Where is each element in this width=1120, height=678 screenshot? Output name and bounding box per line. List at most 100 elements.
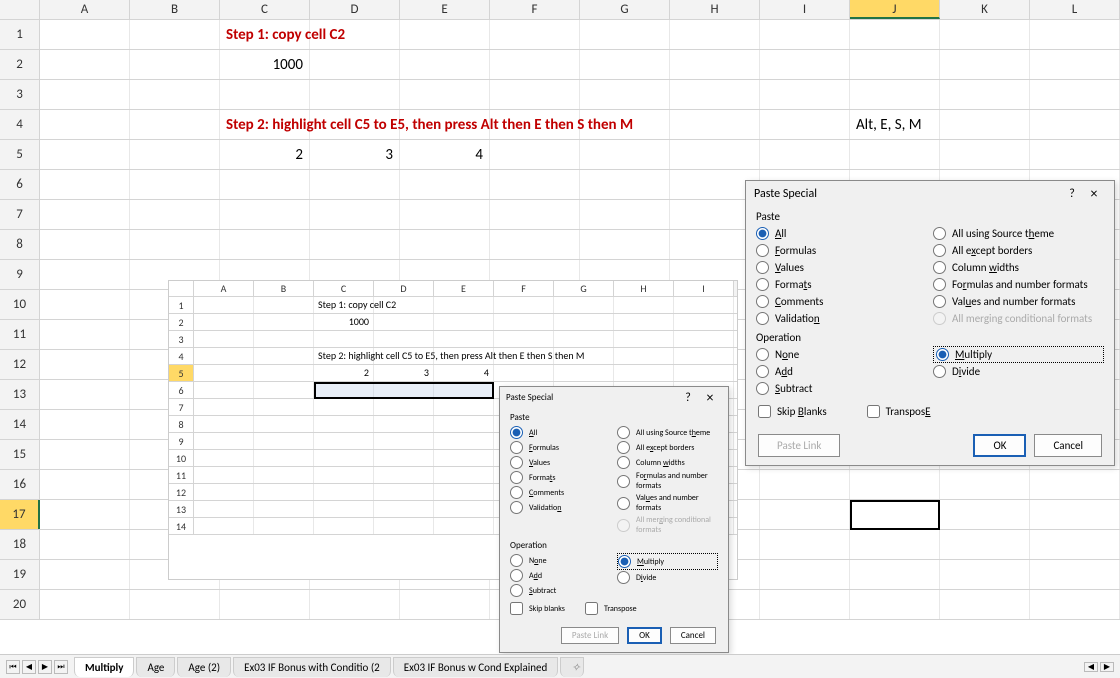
cell-C5[interactable]: 2: [220, 140, 310, 169]
radio-formulas[interactable]: Formulas: [510, 440, 611, 455]
radio-comments[interactable]: Comments: [756, 293, 927, 310]
cell-D8[interactable]: [310, 230, 400, 259]
cell-B1[interactable]: [130, 20, 220, 49]
cell-J19[interactable]: [850, 560, 940, 589]
cell-A5[interactable]: [40, 140, 130, 169]
cell-A2[interactable]: [40, 50, 130, 79]
cell-C20[interactable]: [220, 590, 310, 619]
cell-H5[interactable]: [670, 140, 760, 169]
row-header-12[interactable]: 12: [0, 350, 40, 379]
row-header-5[interactable]: 5: [0, 140, 40, 169]
cell-E6[interactable]: [400, 170, 490, 199]
radio-comments[interactable]: Comments: [510, 485, 611, 500]
row-header-2[interactable]: 2: [0, 50, 40, 79]
cell-F2[interactable]: [490, 50, 580, 79]
cell-B4[interactable]: [130, 110, 220, 139]
cell-H4[interactable]: [670, 110, 760, 139]
radio-none[interactable]: None: [510, 553, 611, 568]
cell-C1[interactable]: Step 1: copy cell C2: [220, 20, 310, 49]
row-header-20[interactable]: 20: [0, 590, 40, 619]
row-header-4[interactable]: 4: [0, 110, 40, 139]
cell-G8[interactable]: [580, 230, 670, 259]
cell-L20[interactable]: [1030, 590, 1120, 619]
cell-J20[interactable]: [850, 590, 940, 619]
cell-L2[interactable]: [1030, 50, 1120, 79]
col-header-L[interactable]: L: [1030, 0, 1120, 19]
radio-add[interactable]: Add: [510, 568, 611, 583]
cell-A8[interactable]: [40, 230, 130, 259]
cell-D2[interactable]: [310, 50, 400, 79]
cell-C2[interactable]: 1000: [220, 50, 310, 79]
radio-borders[interactable]: All except borders: [933, 242, 1104, 259]
cell-G2[interactable]: [580, 50, 670, 79]
cell-B20[interactable]: [130, 590, 220, 619]
cell-L1[interactable]: [1030, 20, 1120, 49]
cell-A11[interactable]: [40, 320, 130, 349]
cell-L3[interactable]: [1030, 80, 1120, 109]
cell-I17[interactable]: [760, 500, 850, 529]
radio-none[interactable]: None: [756, 346, 927, 363]
row-header-11[interactable]: 11: [0, 320, 40, 349]
close-icon[interactable]: ×: [698, 389, 722, 406]
row-header-19[interactable]: 19: [0, 560, 40, 589]
col-header-I[interactable]: I: [760, 0, 850, 19]
cell-A13[interactable]: [40, 380, 130, 409]
cell-J4[interactable]: Alt, E, S, M: [850, 110, 940, 139]
cell-L4[interactable]: [1030, 110, 1120, 139]
cell-E20[interactable]: [400, 590, 490, 619]
cell-C3[interactable]: [220, 80, 310, 109]
nav-prev-icon[interactable]: ◀: [22, 660, 36, 674]
radio-divide[interactable]: Divide: [933, 363, 1104, 380]
transpose-check[interactable]: TransposE: [867, 403, 931, 420]
cell-K1[interactable]: [940, 20, 1030, 49]
nav-first-icon[interactable]: ⏮: [6, 660, 20, 674]
radio-divide[interactable]: Divide: [617, 570, 718, 585]
sheet-tab[interactable]: Ex03 IF Bonus w Cond Explained: [393, 657, 559, 677]
cell-G5[interactable]: [580, 140, 670, 169]
radio-vnf[interactable]: Values and number formats: [933, 293, 1104, 310]
cell-G7[interactable]: [580, 200, 670, 229]
col-header-K[interactable]: K: [940, 0, 1030, 19]
cell-E3[interactable]: [400, 80, 490, 109]
cell-E2[interactable]: [400, 50, 490, 79]
cell-G1[interactable]: [580, 20, 670, 49]
col-header-H[interactable]: H: [670, 0, 760, 19]
cell-E8[interactable]: [400, 230, 490, 259]
cell-A4[interactable]: [40, 110, 130, 139]
cell-K17[interactable]: [940, 500, 1030, 529]
cell-A9[interactable]: [40, 260, 130, 289]
help-icon[interactable]: ?: [678, 391, 698, 405]
cell-I2[interactable]: [760, 50, 850, 79]
cell-G3[interactable]: [580, 80, 670, 109]
cell-H2[interactable]: [670, 50, 760, 79]
hscroll-right-icon[interactable]: ▶: [1100, 662, 1114, 672]
row-header-16[interactable]: 16: [0, 470, 40, 499]
cell-A16[interactable]: [40, 470, 130, 499]
cell-L19[interactable]: [1030, 560, 1120, 589]
radio-theme[interactable]: All using Source theme: [933, 225, 1104, 242]
radio-multiply[interactable]: Multiply: [933, 346, 1104, 363]
cell-I1[interactable]: [760, 20, 850, 49]
radio-theme[interactable]: All using Source theme: [617, 425, 718, 440]
cell-K3[interactable]: [940, 80, 1030, 109]
cell-E5[interactable]: 4: [400, 140, 490, 169]
cell-J17[interactable]: [850, 500, 940, 529]
help-icon[interactable]: ?: [1062, 187, 1082, 201]
cell-I19[interactable]: [760, 560, 850, 589]
radio-values[interactable]: Values: [756, 259, 927, 276]
hscroll-left-icon[interactable]: ◀: [1084, 662, 1098, 672]
cell-B8[interactable]: [130, 230, 220, 259]
cell-C4[interactable]: Step 2: highlight cell C5 to E5, then pr…: [220, 110, 310, 139]
row-header-6[interactable]: 6: [0, 170, 40, 199]
cell-F8[interactable]: [490, 230, 580, 259]
radio-validation[interactable]: Validation: [510, 500, 611, 515]
radio-fnf[interactable]: Formulas and number formats: [617, 470, 718, 492]
cell-A20[interactable]: [40, 590, 130, 619]
radio-subtract[interactable]: Subtract: [756, 380, 927, 397]
row-header-18[interactable]: 18: [0, 530, 40, 559]
radio-multiply[interactable]: Multiply: [617, 553, 718, 570]
cell-A14[interactable]: [40, 410, 130, 439]
cell-L16[interactable]: [1030, 470, 1120, 499]
cell-I16[interactable]: [760, 470, 850, 499]
cell-K16[interactable]: [940, 470, 1030, 499]
